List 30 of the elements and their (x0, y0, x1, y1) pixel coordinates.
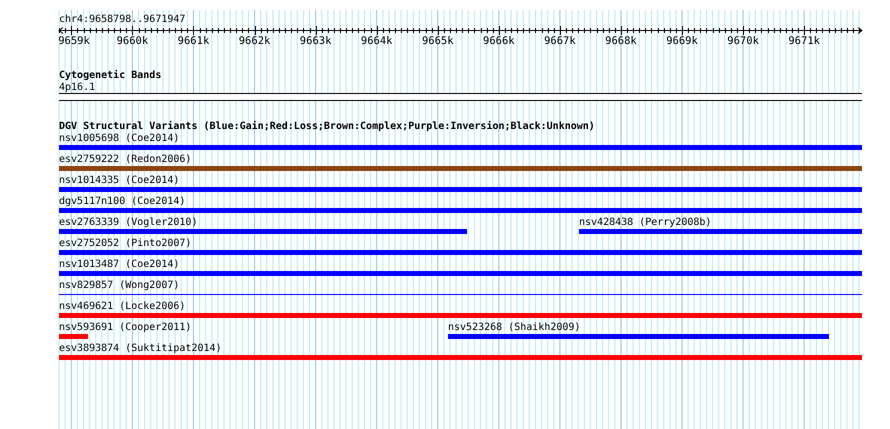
ruler-tick-label: 9664k (360, 35, 392, 47)
ruler-tick-label: 9667k (544, 35, 576, 47)
variant-label: esv3893874 (Suktitipat2014) (59, 343, 222, 355)
ruler-tick-label: 9663k (300, 35, 332, 47)
variant-label: nsv1013487 (Coe2014) (59, 259, 180, 271)
variant-label: esv2752052 (Pinto2007) (59, 238, 192, 250)
variant-label: nsv593691 (Cooper2011) (59, 322, 192, 334)
variant-label: esv2763339 (Vogler2010) (59, 217, 198, 229)
variant-label: nsv1014335 (Coe2014) (59, 175, 180, 187)
ruler-tick-label: 9668k (605, 35, 637, 47)
location-label: chr4:9658798..9671947 (59, 13, 186, 26)
variant-label: nsv829857 (Wong2007) (59, 280, 180, 292)
ruler-tick-label: 9670k (727, 35, 759, 47)
variant-label: nsv428438 (Perry2008b) (579, 217, 712, 229)
cytoband-label: 4p16.1 (59, 82, 96, 93)
ruler-tick-label: 9669k (666, 35, 698, 47)
variant-label: nsv469621 (Locke2006) (59, 301, 186, 313)
ruler-tick-label: 9666k (483, 35, 515, 47)
ruler-tick-label: 9660k (116, 35, 148, 47)
ruler-tick-label: 9659k (58, 35, 90, 47)
ruler-tick-label: 9671k (788, 35, 820, 47)
ruler-tick-label: 9665k (422, 35, 454, 47)
ruler-tick-label: 9662k (238, 35, 270, 47)
variant-label: dgv5117n100 (Coe2014) (59, 196, 186, 208)
track-title: Cytogenetic Bands (59, 70, 162, 82)
ruler-tick-label: 9661k (178, 35, 210, 47)
variant-label: esv2759222 (Redon2006) (59, 154, 192, 166)
variant-label: nsv523268 (Shaikh2009) (448, 322, 580, 334)
track-title: DGV Structural Variants (Blue:Gain;Red:Loss;Brown:Complex;Purple:Inversion;Black:Unknown) (59, 121, 595, 133)
variant-label: nsv1005698 (Coe2014) (59, 133, 180, 145)
